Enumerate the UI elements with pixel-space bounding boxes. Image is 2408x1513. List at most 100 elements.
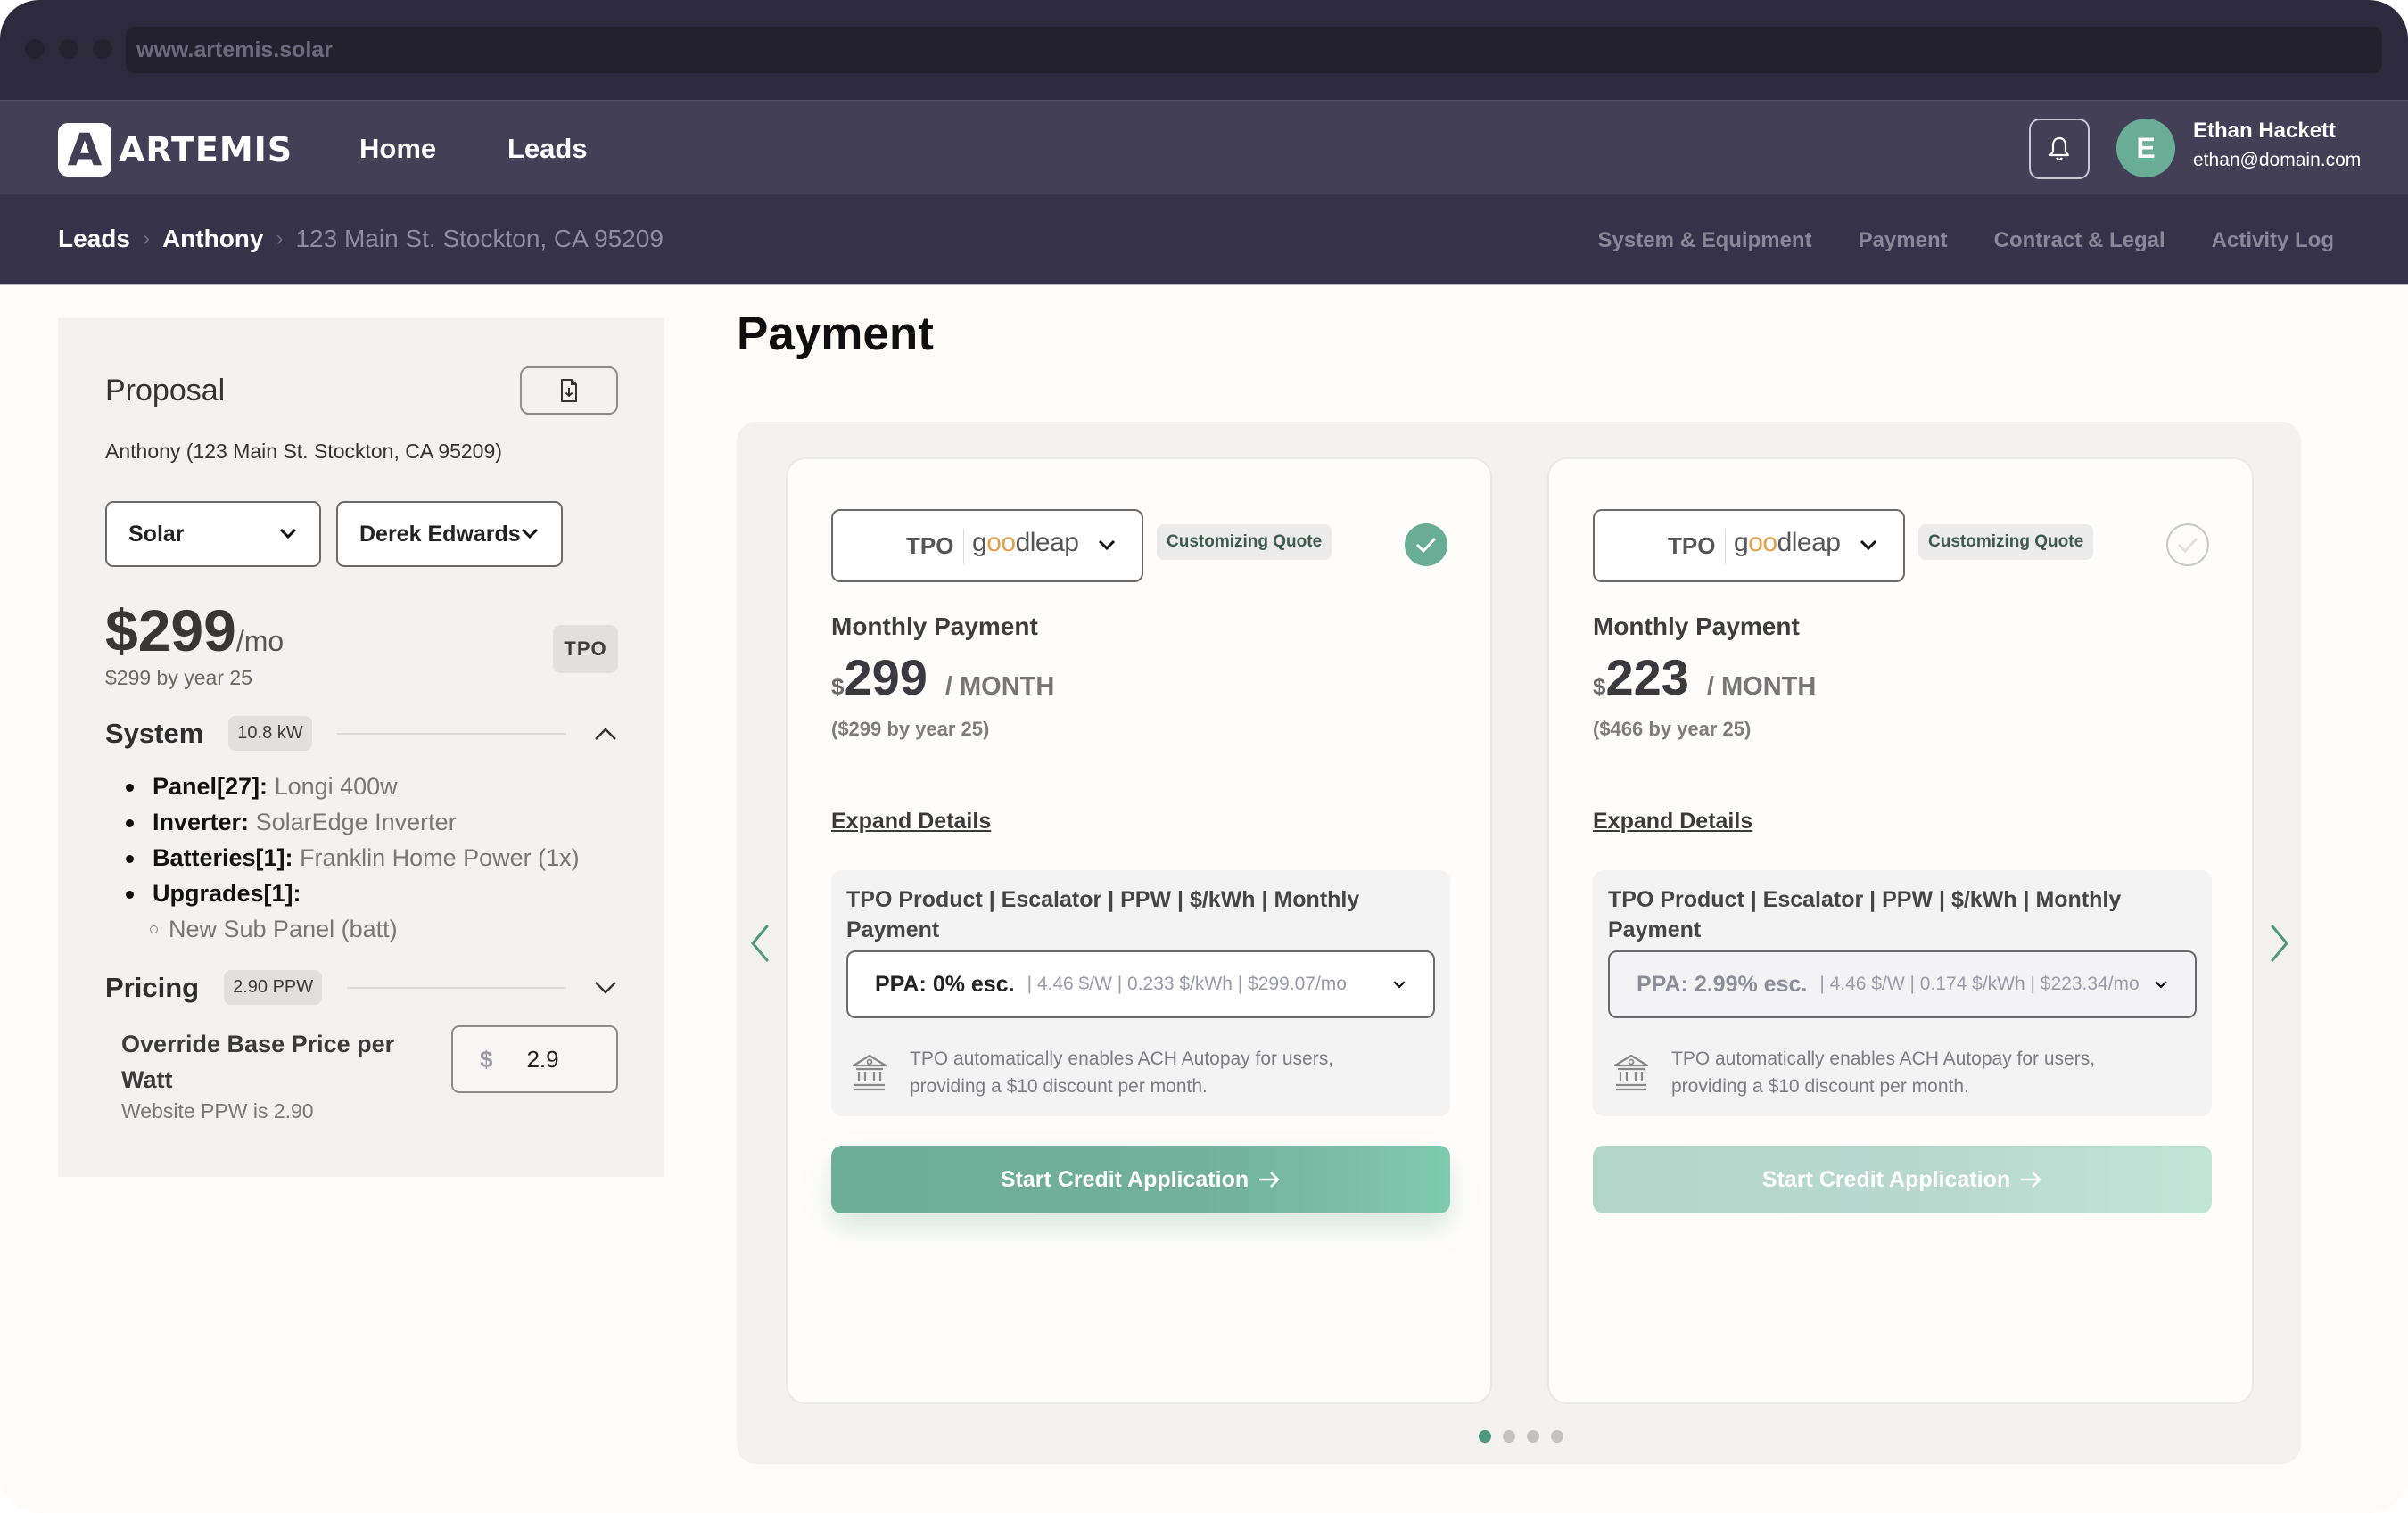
monthly-payment-value: 299: [844, 649, 928, 705]
carousel-next-button[interactable]: [2262, 918, 2297, 968]
website-ppw-hint: Website PPW is 2.90: [121, 1099, 314, 1122]
chevron-right-icon: ›: [142, 226, 150, 251]
override-ppw-label: Override Base Price per Watt: [121, 1031, 395, 1093]
chevron-down-icon: [2148, 977, 2168, 991]
sub-nav: Leads › Anthony › 123 Main St. Stockton,…: [0, 194, 2408, 285]
lender-select[interactable]: TPO goodleap: [1593, 509, 1905, 582]
breadcrumb-address: 123 Main St. Stockton, CA 95209: [295, 225, 664, 252]
bank-icon: [1613, 1054, 1649, 1091]
carousel-dot[interactable]: [1551, 1430, 1563, 1443]
top-nav: A ARTEMIS Home Leads E Ethan Hackett eth…: [0, 100, 2408, 194]
payment-option-card: TPO goodleap Customizing Quote Monthly P…: [786, 457, 1492, 1404]
currency-symbol: $: [831, 673, 845, 700]
carousel-pagination: [1479, 1430, 1563, 1443]
list-item: Upgrades[1]:: [126, 876, 580, 911]
window-maximize-dot[interactable]: [93, 39, 112, 59]
list-item: Batteries[1]: Franklin Home Power (1x): [126, 840, 580, 876]
start-credit-application-button[interactable]: Start Credit Application: [1593, 1146, 2212, 1213]
app-logo[interactable]: A ARTEMIS: [58, 123, 293, 177]
product-main: PPA: 2.99% esc.: [1637, 971, 1808, 997]
select-option-toggle[interactable]: [2166, 523, 2209, 566]
download-proposal-button[interactable]: [520, 366, 618, 415]
divider: [963, 529, 964, 564]
tab-contract-legal[interactable]: Contract & Legal: [1994, 228, 2165, 253]
monthly-payment-amount: $ 223 / MONTH: [1593, 648, 1816, 706]
window-minimize-dot[interactable]: [59, 39, 78, 59]
system-section-header[interactable]: System 10.8 kW: [105, 716, 618, 751]
window-close-dot[interactable]: [25, 39, 45, 59]
expand-details-link[interactable]: Expand Details: [1593, 809, 1752, 835]
bell-icon: [2049, 136, 2070, 161]
chevron-down-icon[interactable]: [593, 975, 618, 1000]
expand-details-link[interactable]: Expand Details: [831, 809, 991, 835]
per-month-label: / MONTH: [944, 672, 1055, 701]
lender-select[interactable]: TPO goodleap: [831, 509, 1143, 582]
payment-options-carousel: TPO goodleap Customizing Quote Monthly P…: [737, 422, 2301, 1464]
user-avatar[interactable]: E: [2116, 119, 2175, 177]
chevron-down-icon: [279, 528, 297, 539]
quote-status-badge: Customizing Quote: [1918, 524, 2094, 560]
tpo-product-select[interactable]: PPA: 2.99% esc. | 4.46 $/W | 0.174 $/kWh…: [1608, 950, 2197, 1018]
lender-name: goodleap: [1734, 528, 1841, 557]
button-label: Start Credit Application: [1000, 1166, 1249, 1192]
nav-leads[interactable]: Leads: [507, 133, 588, 165]
start-credit-application-button[interactable]: Start Credit Application: [831, 1146, 1450, 1213]
product-detail: | 4.46 $/W | 0.174 $/kWh | $223.34/mo: [1819, 974, 2140, 994]
carousel-dot[interactable]: [1479, 1430, 1491, 1443]
carousel-prev-button[interactable]: [742, 918, 778, 968]
section-tabs: System & Equipment Payment Contract & Le…: [1598, 228, 2334, 253]
select-option-toggle[interactable]: [1405, 523, 1447, 566]
chevron-up-icon[interactable]: [593, 721, 618, 746]
tab-system-equipment[interactable]: System & Equipment: [1598, 228, 1812, 253]
lender-logo-accent: oo: [986, 528, 1016, 557]
tab-activity-log[interactable]: Activity Log: [2212, 228, 2334, 253]
product-select-label: TPO Product | Escalator | PPW | $/kWh | …: [846, 887, 1360, 942]
proposal-price-sub: $299 by year 25: [105, 666, 252, 689]
proposal-price-unit: /mo: [235, 625, 285, 657]
nav-home[interactable]: Home: [359, 133, 436, 165]
monthly-payment-amount: $ 299 / MONTH: [831, 648, 1054, 706]
divider: [347, 986, 566, 989]
list-item: Inverter: SolarEdge Inverter: [126, 804, 580, 840]
proposal-address: Anthony (123 Main St. Stockton, CA 95209…: [105, 440, 502, 463]
bank-icon: [852, 1054, 887, 1091]
lender-logo-accent: oo: [1748, 528, 1777, 557]
carousel-dot[interactable]: [1503, 1430, 1515, 1443]
ppw-chip: 2.90 PPW: [224, 970, 323, 1005]
system-equipment-list: Panel[27]: Longi 400w Inverter: SolarEdg…: [126, 769, 580, 947]
chevron-right-icon: ›: [276, 226, 284, 251]
currency-symbol: $: [480, 1045, 493, 1073]
address-bar[interactable]: www.artemis.solar: [126, 27, 2382, 73]
tab-payment[interactable]: Payment: [1859, 228, 1948, 253]
product-config-box: TPO Product | Escalator | PPW | $/kWh | …: [1593, 870, 2212, 1116]
tpo-product-select[interactable]: PPA: 0% esc. | 4.46 $/W | 0.233 $/kWh | …: [846, 950, 1435, 1018]
proposal-title: Proposal: [105, 374, 226, 407]
chevron-down-icon: [521, 528, 539, 539]
quote-status-badge: Customizing Quote: [1157, 524, 1332, 560]
product-config-box: TPO Product | Escalator | PPW | $/kWh | …: [831, 870, 1450, 1116]
currency-symbol: $: [1593, 673, 1606, 700]
chevron-left-icon: [751, 925, 769, 962]
proposal-price-value: $299: [105, 597, 236, 663]
list-item: Panel[27]: Longi 400w: [126, 769, 580, 804]
override-ppw-input[interactable]: $ 2.9: [451, 1025, 618, 1093]
proposal-price: $299/mo: [105, 596, 284, 664]
monthly-payment-value: 223: [1605, 649, 1689, 705]
override-ppw-value: 2.9: [526, 1045, 559, 1073]
product-type-select[interactable]: Solar: [105, 501, 321, 567]
notifications-button[interactable]: [2029, 119, 2090, 179]
financing-type: TPO: [1668, 532, 1716, 559]
payment-by-year-25: ($299 by year 25): [831, 718, 990, 740]
logo-text: ARTEMIS: [119, 130, 293, 169]
carousel-dot[interactable]: [1527, 1430, 1539, 1443]
financing-type: TPO: [906, 532, 954, 559]
breadcrumb-lead-name[interactable]: Anthony: [162, 225, 264, 253]
arrow-right-icon: [2021, 1172, 2041, 1188]
sales-rep-value: Derek Edwards: [359, 521, 521, 547]
pricing-section-header[interactable]: Pricing 2.90 PPW: [105, 970, 618, 1005]
chevron-right-icon: [2271, 925, 2288, 962]
product-detail: | 4.46 $/W | 0.233 $/kWh | $299.07/mo: [1027, 974, 1347, 994]
financing-type-badge: TPO: [553, 625, 618, 673]
sales-rep-select[interactable]: Derek Edwards: [336, 501, 563, 567]
breadcrumb-leads[interactable]: Leads: [58, 225, 130, 253]
